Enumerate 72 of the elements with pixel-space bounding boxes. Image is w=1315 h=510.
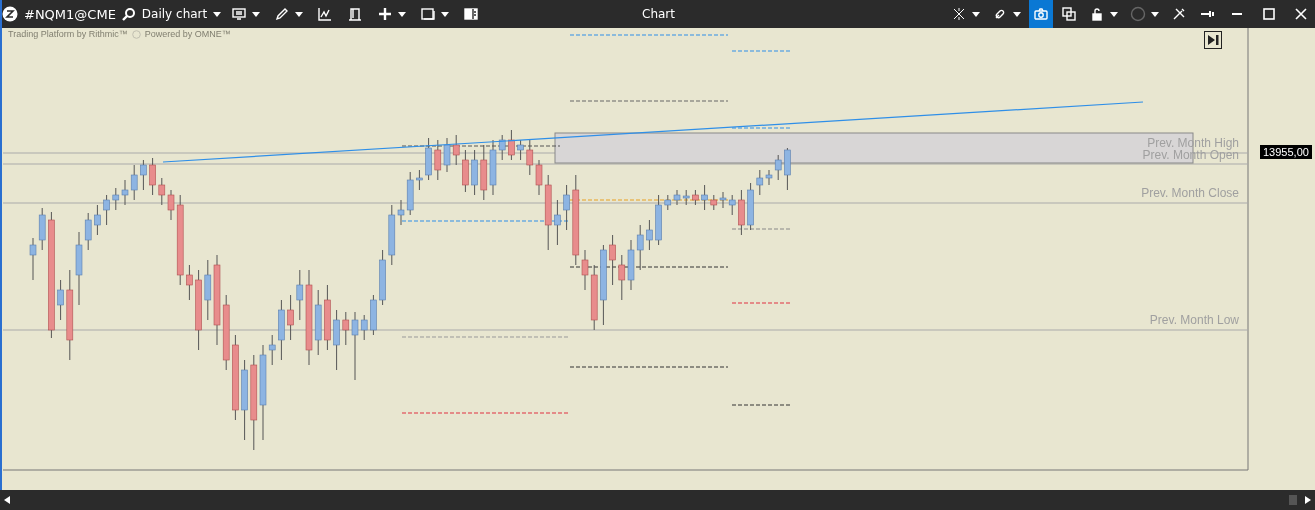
caret-icon[interactable] — [1151, 11, 1159, 17]
copy-icon[interactable] — [1061, 6, 1077, 22]
dashed-level-line — [731, 127, 791, 129]
candlestick — [324, 284, 331, 351]
candlestick — [57, 279, 64, 321]
candlestick — [563, 184, 570, 231]
caret-icon[interactable] — [295, 11, 304, 17]
circle-icon — [131, 29, 141, 39]
candlestick — [379, 249, 386, 306]
candlestick — [416, 169, 423, 191]
window-icon[interactable] — [420, 6, 437, 22]
scroll-left-icon[interactable] — [4, 496, 10, 504]
candlestick — [738, 189, 745, 236]
monitor-icon[interactable] — [231, 6, 248, 22]
candlestick — [278, 299, 285, 361]
crosshair-icon[interactable] — [377, 6, 394, 22]
candlestick — [471, 149, 478, 196]
scroll-right-icon[interactable] — [1305, 496, 1311, 504]
line-chart-icon[interactable] — [317, 6, 334, 22]
logo-icon[interactable] — [2, 6, 18, 22]
camera-button[interactable] — [1029, 0, 1053, 28]
caret-icon[interactable] — [252, 11, 261, 17]
panel-icon[interactable] — [463, 6, 480, 22]
tools-icon[interactable] — [1171, 6, 1187, 22]
camera-icon[interactable] — [1033, 6, 1049, 22]
candlestick — [554, 199, 561, 246]
lock-icon[interactable] — [1089, 6, 1105, 22]
candlestick — [784, 147, 791, 191]
candlestick — [140, 159, 147, 191]
dashed-level-line — [731, 404, 791, 406]
cursor-sync-icon[interactable] — [951, 6, 967, 22]
caret-icon[interactable] — [398, 11, 407, 17]
candlestick — [655, 194, 662, 246]
level-label: Prev. Month Open — [1142, 148, 1239, 162]
dashed-level-line — [731, 50, 791, 52]
close-icon[interactable] — [1295, 8, 1307, 20]
scrollbar-thumb[interactable] — [1289, 495, 1297, 505]
caret-icon[interactable] — [441, 11, 450, 17]
candlestick — [287, 294, 294, 341]
price-tag: 13955,00 — [1260, 145, 1312, 159]
level-label: Prev. Month Low — [1149, 313, 1239, 327]
maximize-icon[interactable] — [1263, 8, 1275, 20]
candlestick — [646, 219, 653, 251]
candlestick — [692, 189, 699, 206]
caret-icon[interactable] — [1110, 11, 1118, 17]
candlestick — [94, 204, 101, 236]
dashed-level-line — [731, 302, 791, 304]
level-label: Prev. Month High — [1147, 136, 1239, 150]
candlestick — [425, 137, 432, 181]
symbol-label[interactable]: #NQM1@CME — [24, 6, 116, 22]
candlestick — [103, 194, 110, 226]
caret-icon[interactable] — [1013, 11, 1021, 17]
window-title: Chart — [642, 7, 675, 21]
timeframe-dropdown[interactable]: Daily chart — [141, 7, 222, 21]
caret-icon[interactable] — [972, 11, 980, 17]
candlestick — [186, 264, 193, 301]
candlestick — [747, 182, 754, 231]
candlestick — [462, 149, 469, 193]
candlestick — [370, 294, 377, 336]
dashed-level-line — [731, 228, 791, 230]
candlestick — [701, 184, 708, 211]
branding-text: Powered by OMNE™ — [144, 29, 231, 39]
candlestick — [508, 129, 515, 161]
search-icon[interactable] — [121, 7, 136, 21]
candlestick — [609, 234, 616, 286]
branding-text: Trading Platform by Rithmic™ — [8, 29, 128, 39]
caret-icon[interactable] — [213, 11, 222, 17]
circle-icon[interactable] — [1130, 6, 1146, 22]
candlestick — [517, 139, 524, 161]
candlestick — [333, 309, 340, 371]
level-label: Prev. Month Close — [1141, 186, 1239, 200]
candlestick — [149, 157, 156, 196]
